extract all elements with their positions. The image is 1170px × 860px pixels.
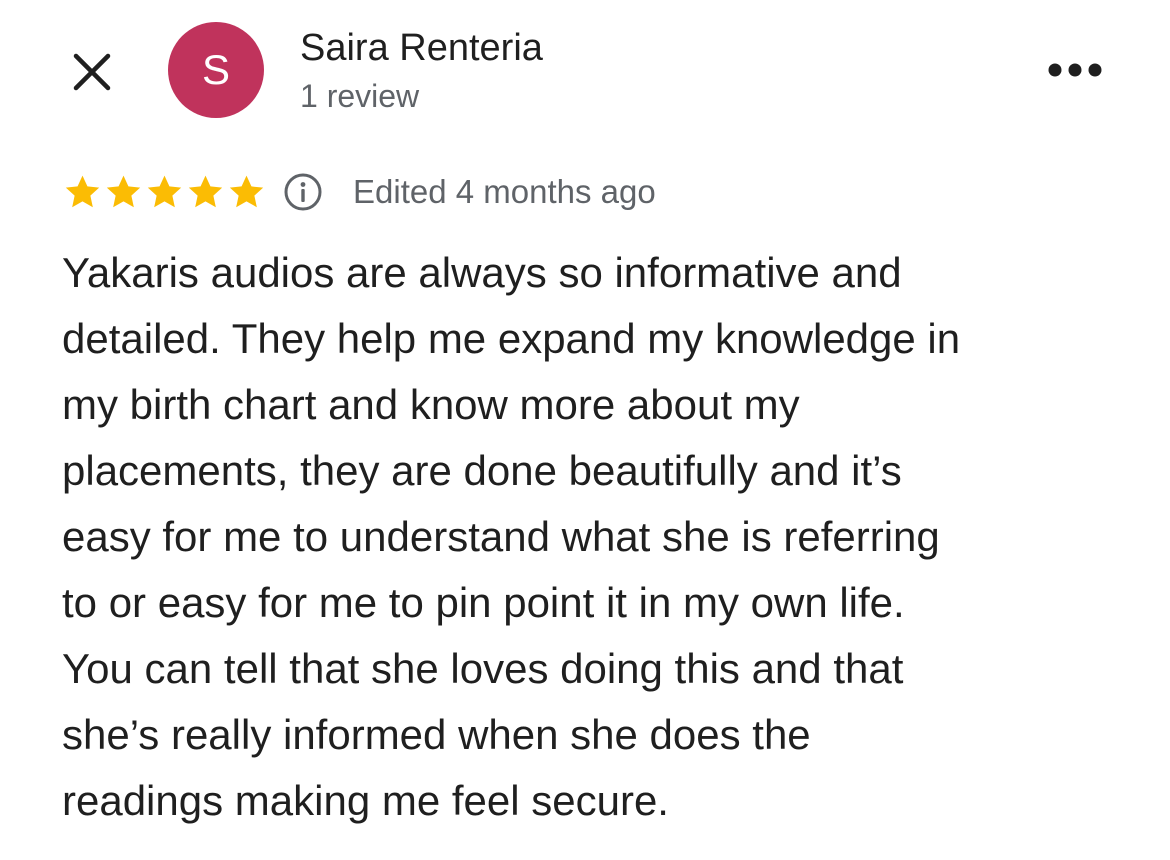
avatar-letter: S (201, 46, 230, 93)
star-icon (229, 175, 264, 208)
more-options-button[interactable] (1040, 50, 1110, 90)
review-line: she’s really informed when she does the (62, 711, 811, 758)
review-line: my birth chart and know more about my (62, 381, 800, 428)
more-options-icon (1048, 63, 1102, 77)
reviewer-name[interactable]: Saira Renteria (300, 24, 543, 72)
review-line: detailed. They help me expand my knowled… (62, 315, 961, 362)
star-icon (65, 175, 100, 208)
review-line: You can tell that she loves doing this a… (62, 645, 904, 692)
avatar[interactable]: S (168, 22, 264, 118)
review-text: Yakaris audios are always so informative… (62, 240, 1132, 834)
review-line: easy for me to understand what she is re… (62, 513, 940, 560)
star-icon (188, 175, 223, 208)
review-line: to or easy for me to pin point it in my … (62, 579, 905, 626)
star-icon (106, 175, 141, 208)
close-button[interactable] (64, 44, 120, 100)
review-count: 1 review (300, 78, 420, 114)
close-icon (73, 53, 111, 91)
review-line: readings making me feel secure. (62, 777, 669, 824)
rating-row: Edited 4 months ago (62, 168, 656, 216)
review-line: placements, they are done beautifully an… (62, 447, 902, 494)
star-icon (147, 175, 182, 208)
info-icon (284, 173, 322, 211)
review-line: Yakaris audios are always so informative… (62, 249, 902, 296)
edited-timestamp: Edited 4 months ago (353, 173, 656, 210)
star-rating (62, 168, 267, 216)
info-button[interactable] (281, 170, 325, 214)
